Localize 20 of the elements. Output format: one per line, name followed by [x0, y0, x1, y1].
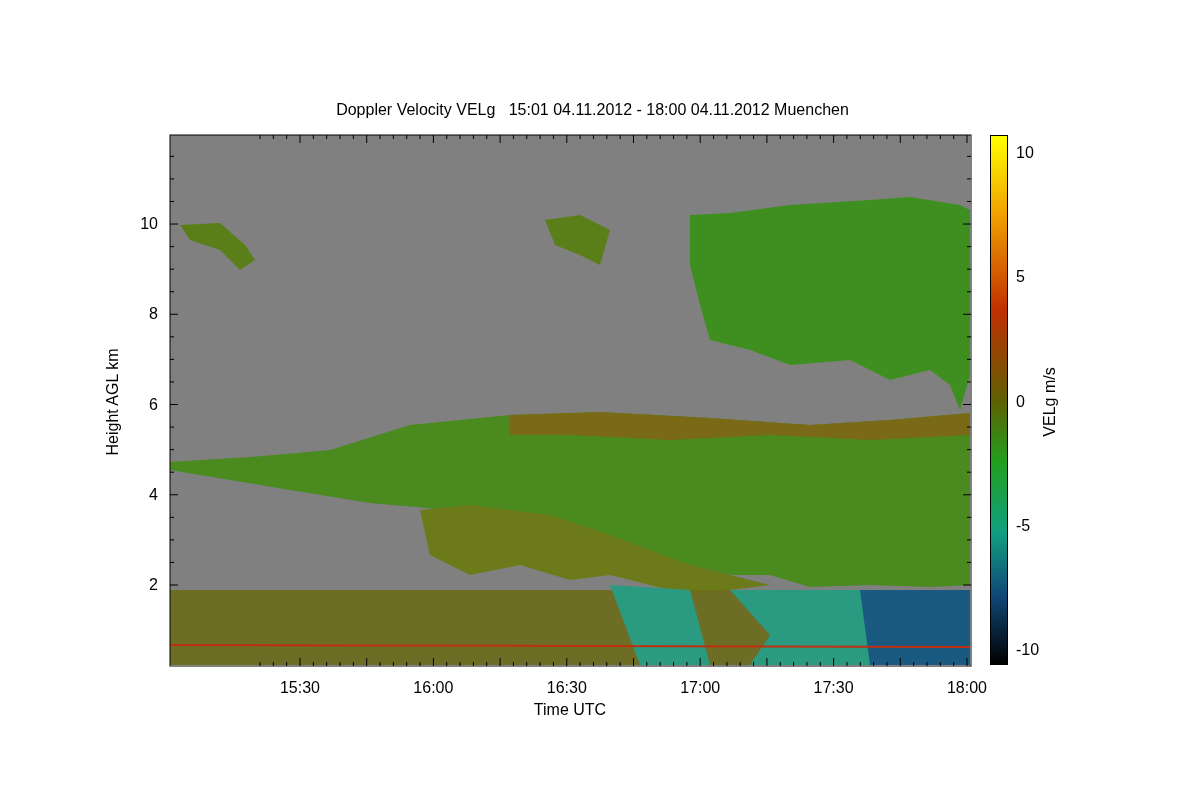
x-axis-label: Time UTC — [532, 700, 608, 720]
x-tick-label: 17:00 — [679, 680, 722, 696]
y-tick-label: 10 — [140, 216, 158, 232]
x-tick-label: 18:00 — [945, 680, 988, 696]
x-tick-label: 16:00 — [412, 680, 455, 696]
colorbar-tick-label: -5 — [1016, 517, 1031, 534]
y-tick-label: 8 — [149, 306, 158, 323]
x-tick-label: 15:30 — [278, 680, 321, 696]
colorbar-tick-label: 5 — [1016, 269, 1025, 286]
colorbar-tick-label: -10 — [1016, 642, 1040, 658]
x-tick-label: 16:30 — [545, 680, 588, 696]
y-axis-label: Height AGL km — [103, 347, 122, 458]
colorbar-tick-label: 10 — [1016, 145, 1034, 161]
y-tick-label: 6 — [149, 396, 158, 413]
y-tick-label: 2 — [149, 577, 158, 593]
chart-title: Doppler Velocity VELg 15:01 04.11.2012 - 18:00 04.11.2012 Muenchen — [335, 100, 850, 120]
colorbar-label: VELg m/s — [1040, 366, 1059, 439]
y-tick-label: 4 — [149, 486, 158, 503]
colorbar-tick-label: 0 — [1016, 393, 1025, 410]
x-tick-label: 17:30 — [812, 680, 855, 696]
